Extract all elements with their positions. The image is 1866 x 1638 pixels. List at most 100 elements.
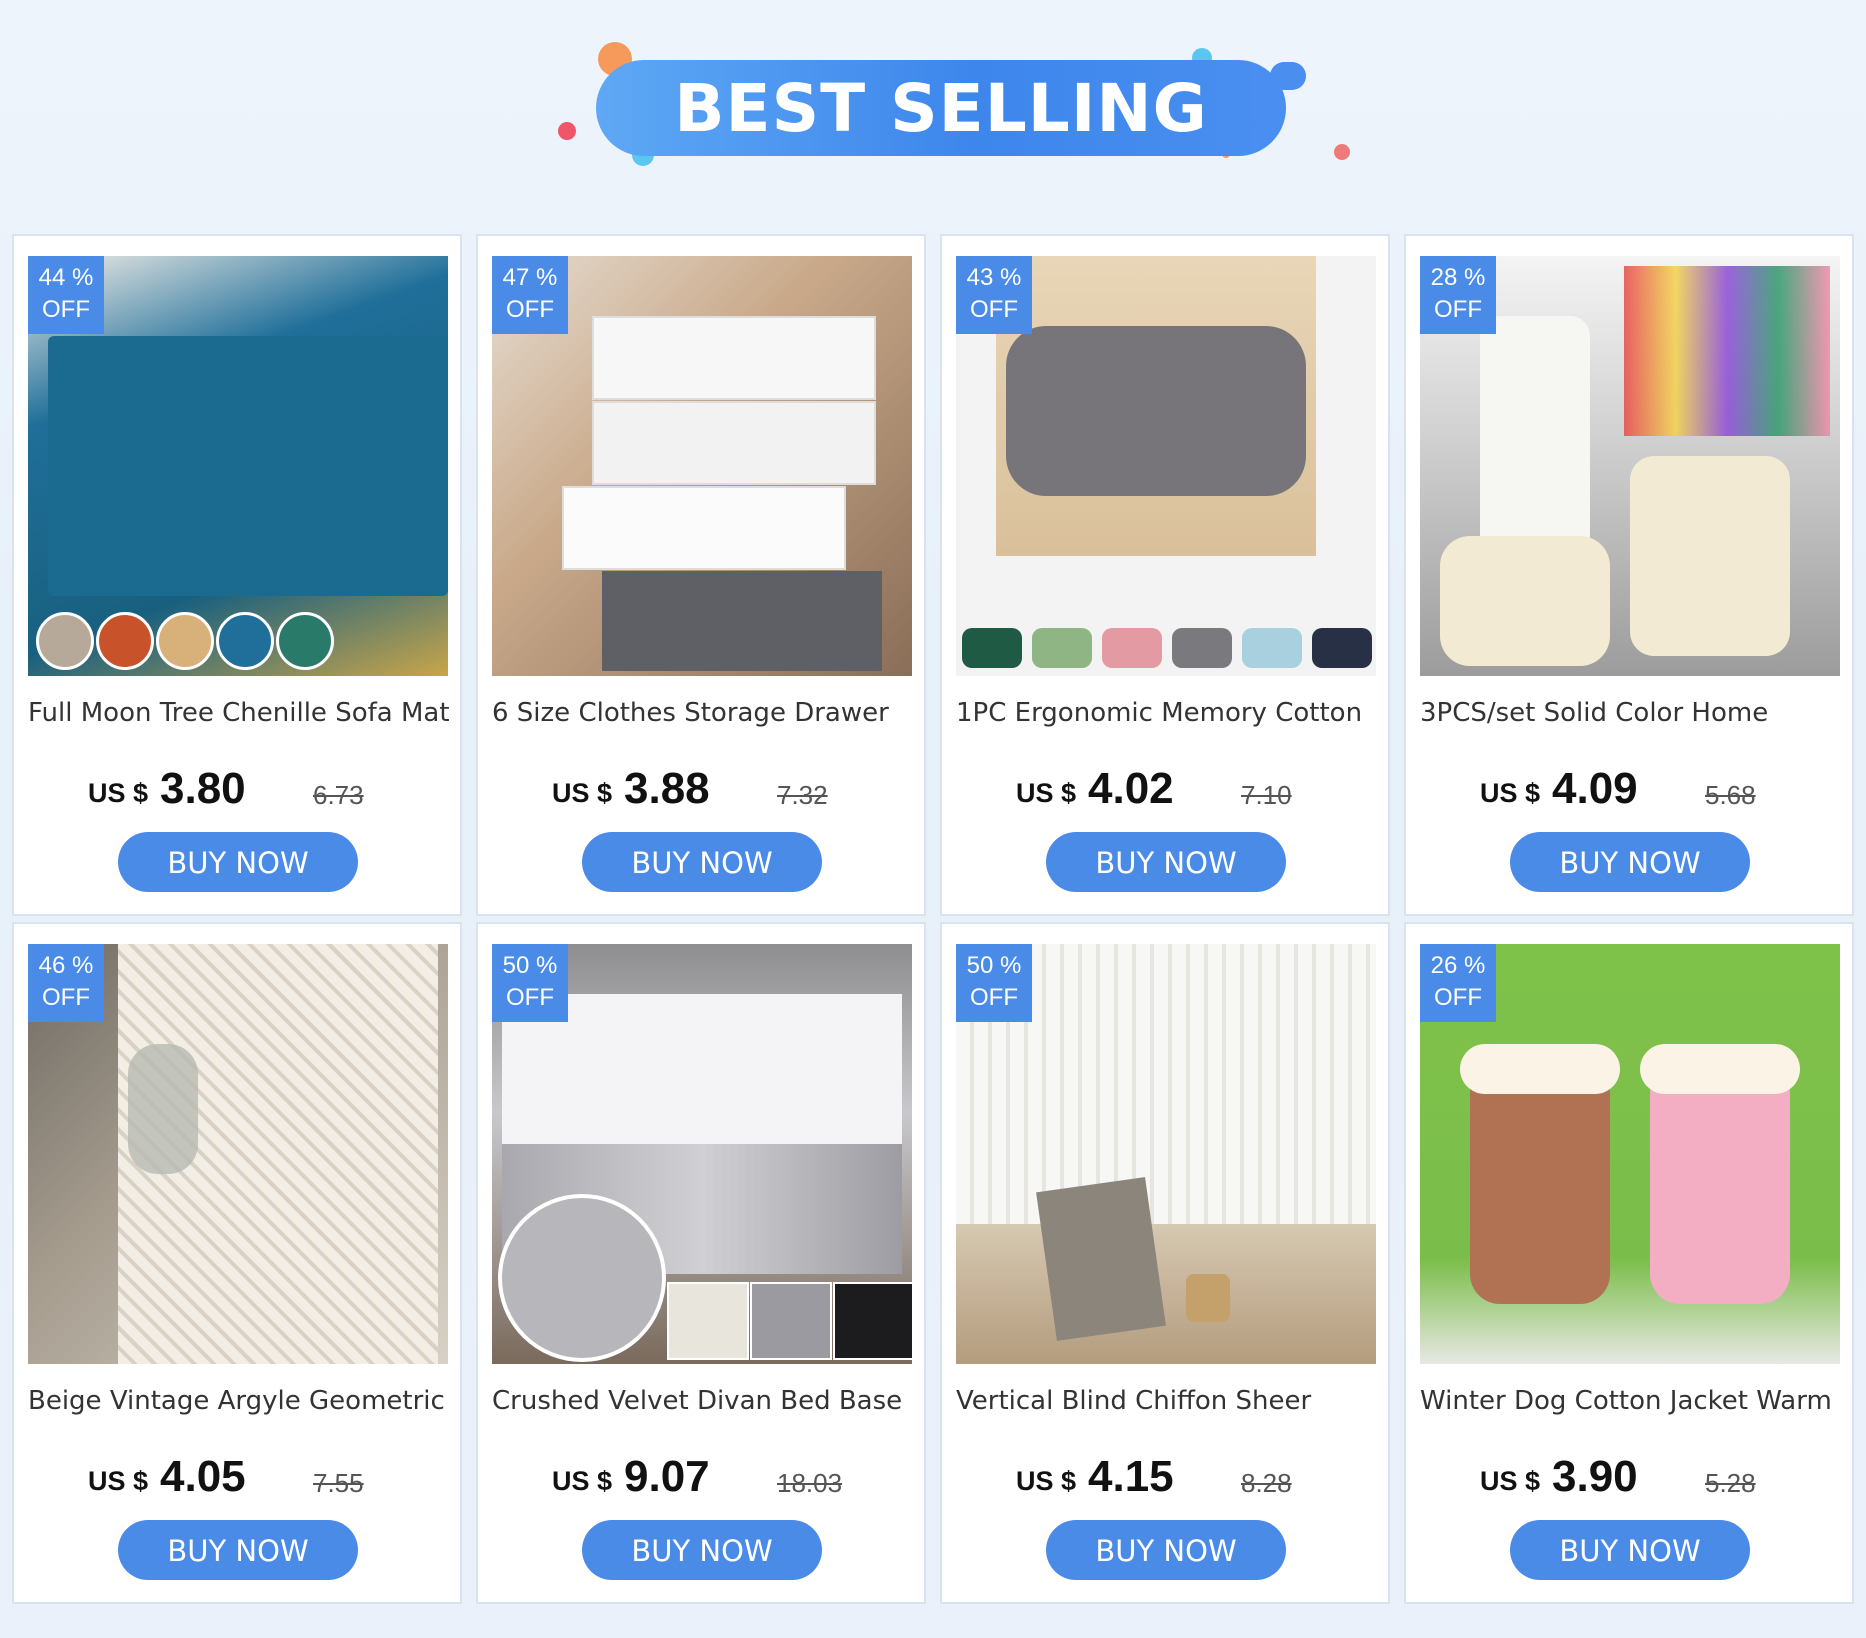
discount-off-label: OFF [970, 296, 1018, 323]
product-title[interactable]: Crushed Velvet Divan Bed Base [492, 1386, 922, 1416]
price-row: US $ 4.02 7.10 [1016, 764, 1346, 820]
discount-off-label: OFF [970, 984, 1018, 1011]
color-chart-shape [1624, 266, 1830, 436]
product-image[interactable]: 46 % OFF [28, 944, 448, 1364]
product-card[interactable]: 43 % OFF 1PC Ergonomic Memory Cotton US … [940, 234, 1390, 916]
product-card[interactable]: 50 % OFF Crushed Velvet Divan Bed Base U… [476, 922, 926, 1604]
color-option-swatch [1102, 628, 1162, 668]
sale-price: 9.07 [624, 1452, 710, 1501]
price-row: US $ 3.90 5.28 [1480, 1452, 1810, 1508]
original-price: 7.10 [1241, 780, 1292, 810]
color-option-swatch [1242, 628, 1302, 668]
vase-shape [128, 1044, 198, 1174]
product-card[interactable]: 46 % OFF Beige Vintage Argyle Geometric … [12, 922, 462, 1604]
discount-off-label: OFF [42, 296, 90, 323]
currency-label: US $ [1480, 1466, 1541, 1496]
product-image[interactable]: 47 % OFF [492, 256, 912, 676]
product-image[interactable]: 50 % OFF [492, 944, 912, 1364]
variant-thumb [750, 1282, 832, 1360]
discount-badge: 47 % OFF [492, 256, 568, 334]
bath-mat-shape [1440, 536, 1610, 666]
discount-badge: 26 % OFF [1420, 944, 1496, 1022]
price-row: US $ 4.05 7.55 [88, 1452, 418, 1508]
color-option-swatch [1172, 628, 1232, 668]
candle-shape [1186, 1274, 1230, 1322]
discount-badge: 50 % OFF [956, 944, 1032, 1022]
sale-price: 4.15 [1088, 1452, 1174, 1501]
product-grid: 44 % OFF Full Moon Tree Chenille Sofa Ma… [12, 234, 1858, 1624]
discount-percent: 50 % [966, 952, 1022, 979]
discount-badge: 43 % OFF [956, 256, 1032, 334]
buy-now-button[interactable]: BUY NOW [1510, 832, 1750, 892]
currency-label: US $ [552, 778, 613, 808]
discount-badge: 50 % OFF [492, 944, 568, 1022]
product-image[interactable]: 28 % OFF [1420, 256, 1840, 676]
currency-label: US $ [88, 1466, 149, 1496]
buy-now-button[interactable]: BUY NOW [582, 1520, 822, 1580]
banner-pill: BEST SELLING [596, 60, 1286, 156]
dog-jacket-brown-shape [1470, 1064, 1610, 1304]
color-option-swatch [96, 612, 154, 670]
product-title[interactable]: Full Moon Tree Chenille Sofa Mat [28, 698, 458, 728]
product-card[interactable]: 47 % OFF 6 Size Clothes Storage Drawer U… [476, 234, 926, 916]
discount-percent: 26 % [1430, 952, 1486, 979]
color-option-swatch [36, 612, 94, 670]
discount-off-label: OFF [506, 296, 554, 323]
currency-label: US $ [88, 778, 149, 808]
discount-off-label: OFF [506, 984, 554, 1011]
product-image[interactable]: 50 % OFF [956, 944, 1376, 1364]
buy-now-button[interactable]: BUY NOW [1046, 1520, 1286, 1580]
discount-percent: 50 % [502, 952, 558, 979]
color-option-swatch [1312, 628, 1372, 668]
product-image[interactable]: 43 % OFF [956, 256, 1376, 676]
currency-label: US $ [1016, 1466, 1077, 1496]
drawer-shape [602, 571, 882, 671]
original-price: 8.28 [1241, 1468, 1292, 1498]
product-title[interactable]: Beige Vintage Argyle Geometric [28, 1386, 458, 1416]
original-price: 18.03 [777, 1468, 843, 1498]
product-card[interactable]: 50 % OFF Vertical Blind Chiffon Sheer US… [940, 922, 1390, 1604]
decor-dot [558, 122, 576, 140]
product-image[interactable]: 44 % OFF [28, 256, 448, 676]
color-option-swatch [216, 612, 274, 670]
discount-percent: 28 % [1430, 264, 1486, 291]
product-title[interactable]: Vertical Blind Chiffon Sheer [956, 1386, 1386, 1416]
product-title[interactable]: Winter Dog Cotton Jacket Warm [1420, 1386, 1850, 1416]
variant-thumb [833, 1282, 912, 1360]
buy-now-button[interactable]: BUY NOW [582, 832, 822, 892]
price-row: US $ 3.88 7.32 [552, 764, 882, 820]
drawer-shape [592, 316, 876, 400]
price-row: US $ 4.09 5.68 [1480, 764, 1810, 820]
product-card[interactable]: 44 % OFF Full Moon Tree Chenille Sofa Ma… [12, 234, 462, 916]
discount-percent: 47 % [502, 264, 558, 291]
floor-shape [956, 1224, 1376, 1364]
sofa-cover-shape [48, 336, 448, 596]
product-title[interactable]: 1PC Ergonomic Memory Cotton [956, 698, 1386, 728]
toilet-shape [1480, 316, 1590, 556]
original-price: 6.73 [313, 780, 364, 810]
dog-jacket-pink-shape [1650, 1064, 1790, 1304]
discount-badge: 46 % OFF [28, 944, 104, 1022]
discount-off-label: OFF [1434, 296, 1482, 323]
sale-price: 3.80 [160, 764, 246, 813]
product-image[interactable]: 26 % OFF [1420, 944, 1840, 1364]
product-card[interactable]: 28 % OFF 3PCS/set Solid Color Home US $ … [1404, 234, 1854, 916]
currency-label: US $ [1480, 778, 1541, 808]
buy-now-button[interactable]: BUY NOW [1046, 832, 1286, 892]
color-option-swatch [276, 612, 334, 670]
discount-percent: 44 % [38, 264, 94, 291]
discount-badge: 28 % OFF [1420, 256, 1496, 334]
product-card[interactable]: 26 % OFF Winter Dog Cotton Jacket Warm U… [1404, 922, 1854, 1604]
collar-shape [1640, 1044, 1800, 1094]
product-title[interactable]: 6 Size Clothes Storage Drawer [492, 698, 922, 728]
decor-dot [1334, 144, 1350, 160]
discount-off-label: OFF [42, 984, 90, 1011]
discount-percent: 46 % [38, 952, 94, 979]
product-title[interactable]: 3PCS/set Solid Color Home [1420, 698, 1850, 728]
book-shape [1036, 1177, 1166, 1341]
original-price: 7.55 [313, 1468, 364, 1498]
buy-now-button[interactable]: BUY NOW [118, 1520, 358, 1580]
buy-now-button[interactable]: BUY NOW [1510, 1520, 1750, 1580]
buy-now-button[interactable]: BUY NOW [118, 832, 358, 892]
sale-price: 4.09 [1552, 764, 1638, 813]
